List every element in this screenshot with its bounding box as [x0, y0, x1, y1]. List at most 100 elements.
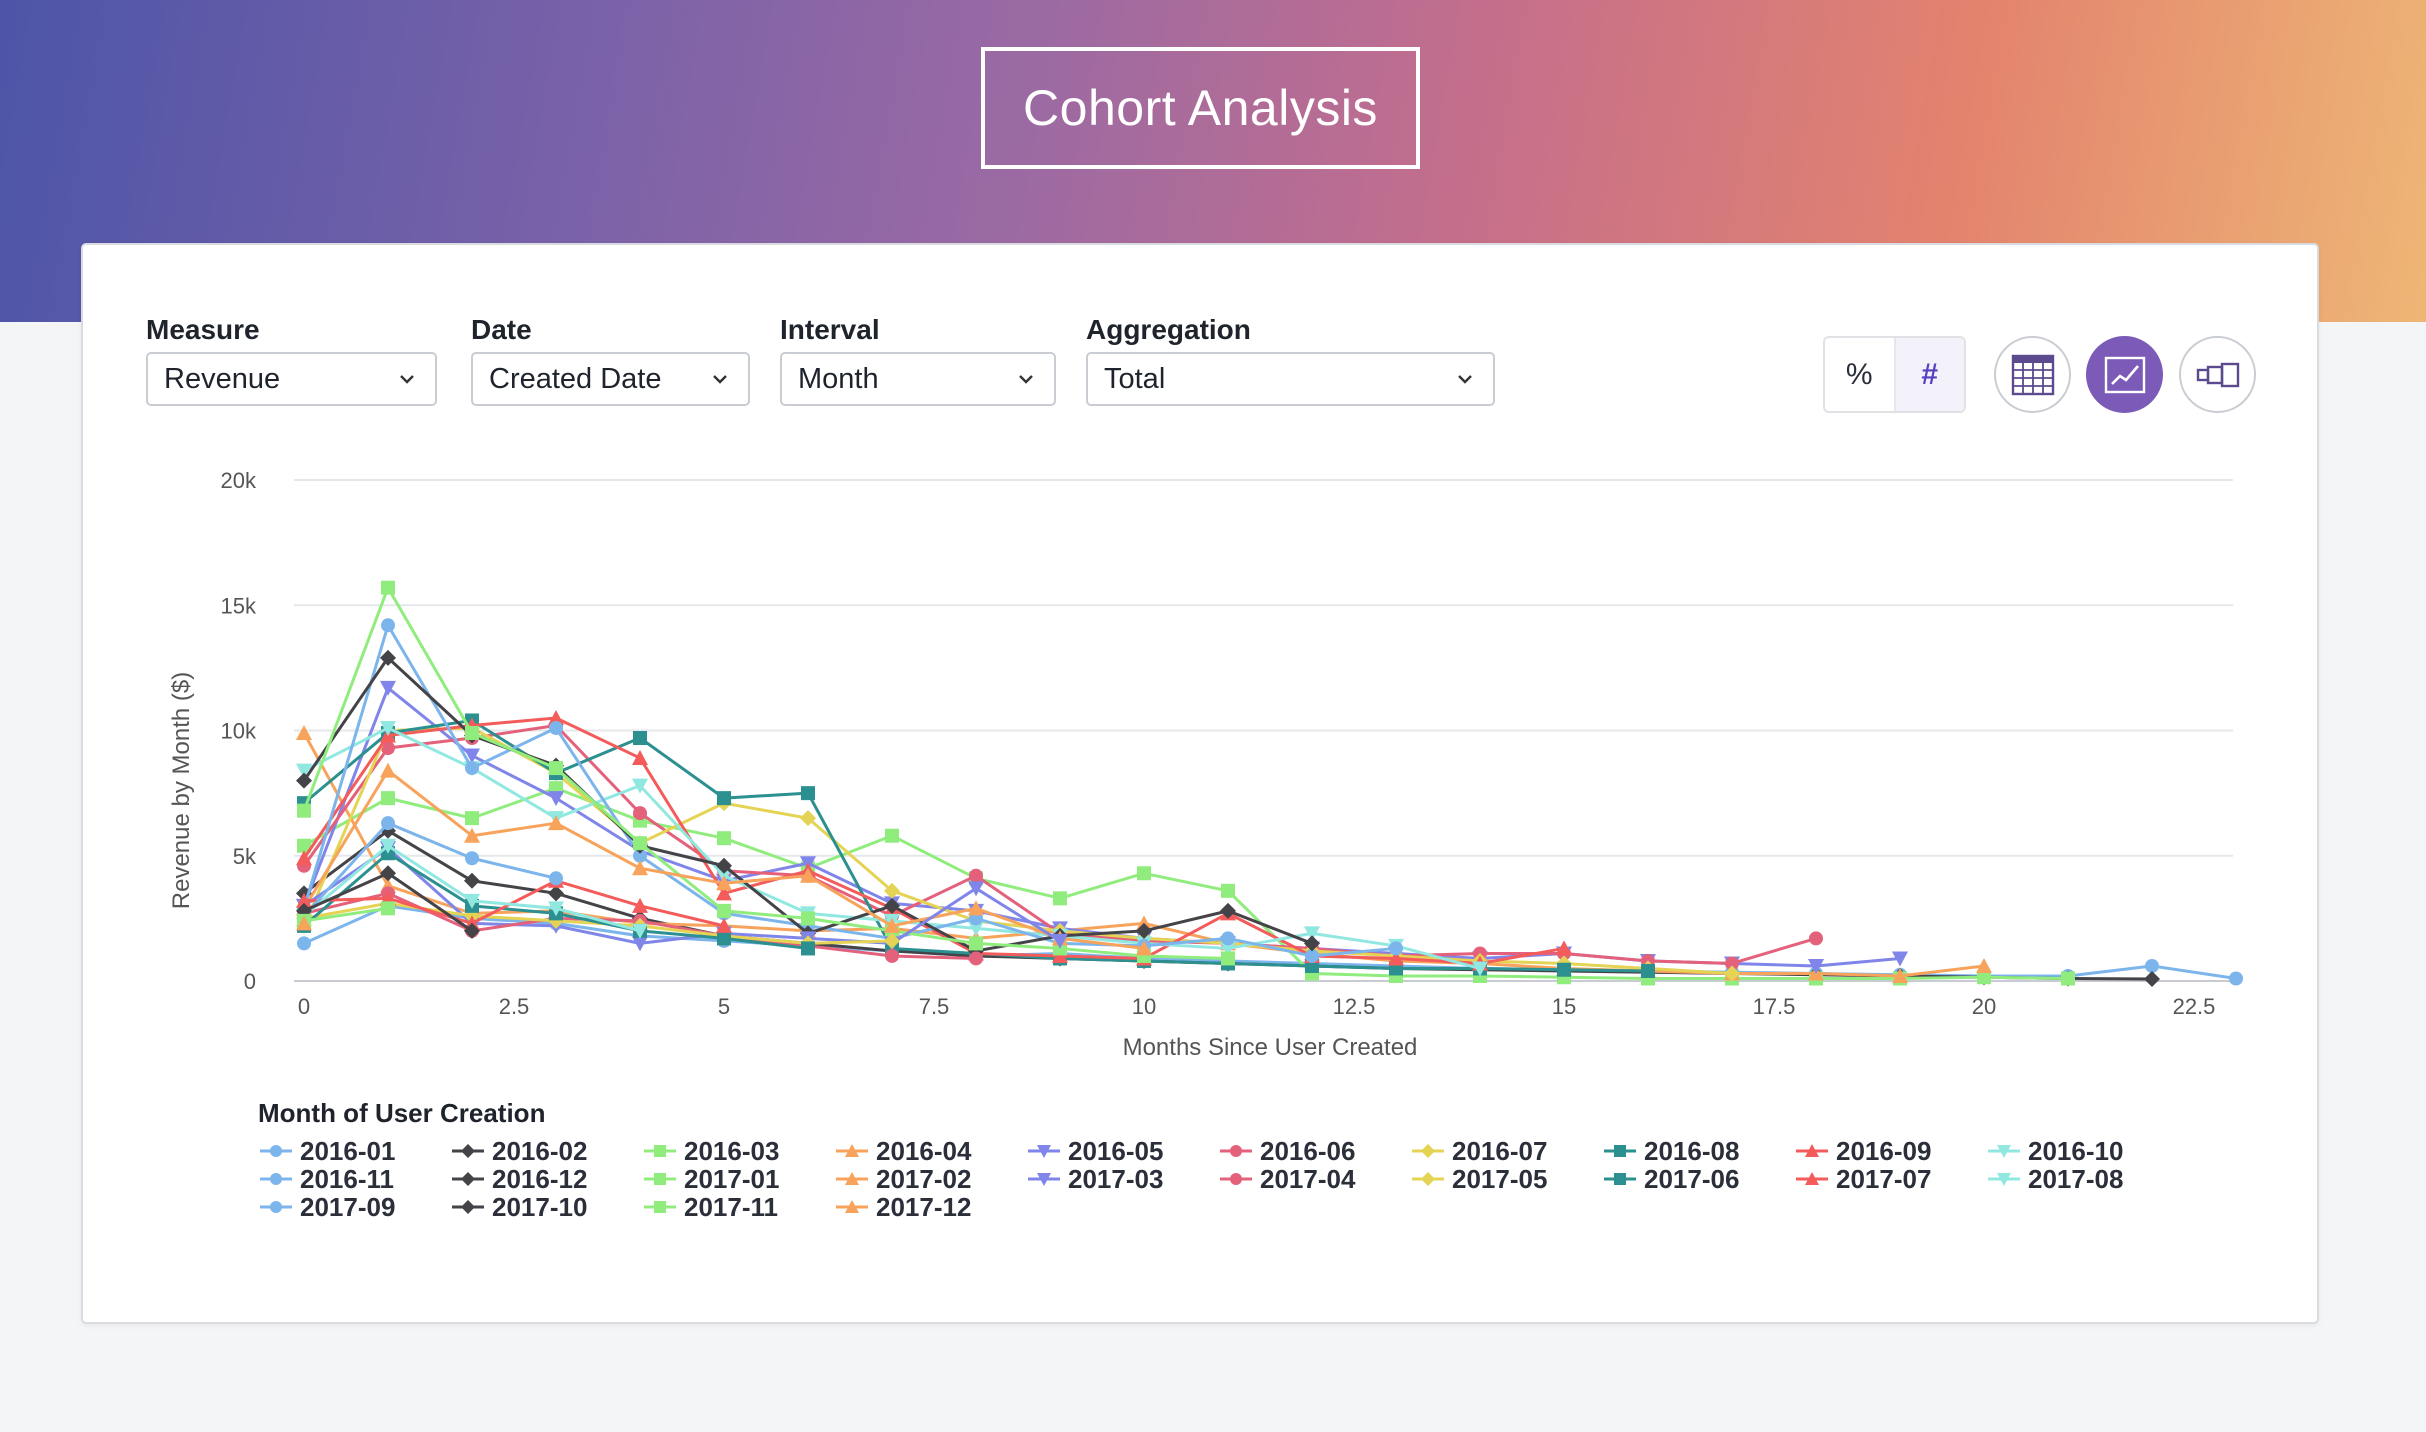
data-point[interactable]	[2061, 971, 2075, 986]
legend-label: 2016-01	[300, 1135, 396, 1166]
data-point[interactable]	[2145, 958, 2159, 973]
data-point[interactable]	[549, 761, 563, 776]
data-point[interactable]	[297, 936, 311, 951]
legend-label: 2017-12	[876, 1191, 972, 1222]
legend-item[interactable]: 2017-05	[1410, 1164, 1602, 1194]
series-2016-09	[296, 709, 1572, 971]
data-point[interactable]	[885, 948, 899, 963]
data-point[interactable]	[633, 806, 647, 821]
legend-item[interactable]: 2017-12	[834, 1191, 1026, 1222]
data-point[interactable]	[885, 828, 899, 843]
data-point[interactable]	[465, 811, 479, 826]
legend-marker-icon	[1412, 1172, 1444, 1186]
data-point[interactable]	[2229, 971, 2243, 986]
x-tick-label: 2.5	[499, 994, 530, 1019]
legend-label: 2016-10	[2028, 1135, 2124, 1166]
data-point[interactable]	[1641, 963, 1655, 978]
cohort-line-chart: 05k10k15k20k 0 2.5 5 7.5 10 12.5 15 17.5 20 22.5 …	[168, 468, 2243, 1061]
data-point[interactable]	[969, 936, 983, 951]
legend-item[interactable]: 2017-06	[1602, 1163, 1794, 1194]
data-point[interactable]	[381, 580, 395, 595]
legend-item[interactable]: 2016-05	[1026, 1136, 1218, 1166]
legend-item[interactable]: 2017-01	[642, 1164, 834, 1194]
legend-marker	[461, 1144, 475, 1158]
data-point[interactable]	[296, 725, 312, 741]
data-point[interactable]	[633, 731, 647, 746]
legend-marker	[1614, 1145, 1626, 1157]
data-point[interactable]	[2144, 970, 2160, 987]
data-point[interactable]	[464, 872, 480, 889]
legend-item[interactable]: 2016-10	[1986, 1135, 2178, 1166]
data-point[interactable]	[297, 803, 311, 818]
data-point[interactable]	[465, 851, 479, 866]
legend-marker	[654, 1173, 666, 1185]
legend-label: 2017-06	[1644, 1163, 1740, 1194]
data-point[interactable]	[465, 761, 479, 776]
legend-item[interactable]: 2017-11	[642, 1191, 834, 1222]
data-point[interactable]	[1221, 883, 1235, 898]
legend-marker-icon	[1604, 1145, 1636, 1157]
data-point[interactable]	[380, 762, 396, 778]
legend-label: 2016-03	[684, 1135, 780, 1166]
data-point[interactable]	[801, 786, 815, 801]
data-point[interactable]	[717, 931, 731, 946]
legend-item[interactable]: 2016-04	[834, 1136, 1026, 1166]
data-point[interactable]	[633, 836, 647, 851]
legend-label: 2017-11	[684, 1191, 778, 1222]
data-point[interactable]	[1221, 931, 1235, 946]
data-point[interactable]	[1389, 941, 1403, 956]
y-tick-label: 20k	[221, 468, 257, 493]
data-point[interactable]	[968, 881, 984, 897]
legend-label: 2017-02	[876, 1163, 972, 1194]
data-point[interactable]	[381, 816, 395, 831]
legend-item[interactable]: 2017-07	[1794, 1164, 1986, 1194]
legend-item[interactable]: 2016-06	[1218, 1135, 1410, 1166]
legend-item[interactable]: 2016-07	[1410, 1136, 1602, 1166]
data-point[interactable]	[465, 726, 479, 741]
legend-item[interactable]: 2017-03	[1026, 1164, 1218, 1194]
legend-item[interactable]: 2016-01	[258, 1135, 450, 1166]
legend-item[interactable]: 2017-10	[450, 1192, 642, 1222]
data-point[interactable]	[969, 951, 983, 966]
legend-marker	[270, 1201, 282, 1213]
legend-label: 2017-04	[1260, 1163, 1356, 1194]
data-point[interactable]	[801, 911, 815, 926]
data-point[interactable]	[717, 903, 731, 918]
series-2016-05	[296, 680, 1908, 974]
data-point[interactable]	[1221, 951, 1235, 966]
data-point[interactable]	[381, 901, 395, 916]
x-axis-label: Months Since User Created	[1123, 1034, 1418, 1061]
legend-item[interactable]: 2017-02	[834, 1163, 1026, 1194]
legend-item[interactable]: 2017-04	[1218, 1163, 1410, 1194]
data-point[interactable]	[801, 941, 815, 956]
legend-label: 2016-11	[300, 1163, 394, 1194]
legend-title: Month of User Creation	[258, 1098, 546, 1128]
legend-item[interactable]: 2016-08	[1602, 1136, 1794, 1166]
legend-marker	[1421, 1172, 1435, 1186]
data-point[interactable]	[969, 868, 983, 883]
legend-item[interactable]: 2016-12	[450, 1164, 642, 1194]
data-point[interactable]	[717, 831, 731, 846]
data-point[interactable]	[548, 791, 564, 807]
data-point[interactable]	[549, 720, 563, 735]
legend-item[interactable]: 2017-09	[258, 1192, 450, 1222]
data-point[interactable]	[1137, 866, 1151, 881]
legend-marker	[1421, 1144, 1435, 1158]
legend-item[interactable]: 2016-03	[642, 1135, 834, 1166]
legend-item[interactable]: 2017-08	[1986, 1164, 2178, 1194]
data-point[interactable]	[381, 618, 395, 633]
legend-label: 2016-06	[1260, 1135, 1356, 1166]
data-point[interactable]	[1557, 962, 1571, 977]
legend-marker	[654, 1201, 666, 1213]
data-point[interactable]	[717, 791, 731, 806]
legend-marker-icon	[1988, 1145, 2020, 1158]
legend-item[interactable]: 2016-02	[450, 1136, 642, 1166]
data-point[interactable]	[1809, 931, 1823, 946]
y-tick-label: 10k	[221, 719, 257, 744]
data-point[interactable]	[549, 871, 563, 886]
data-point[interactable]	[381, 791, 395, 806]
data-point[interactable]	[632, 750, 648, 766]
data-point[interactable]	[1053, 891, 1067, 906]
legend-item[interactable]: 2016-11	[258, 1163, 450, 1194]
legend-item[interactable]: 2016-09	[1794, 1136, 1986, 1166]
